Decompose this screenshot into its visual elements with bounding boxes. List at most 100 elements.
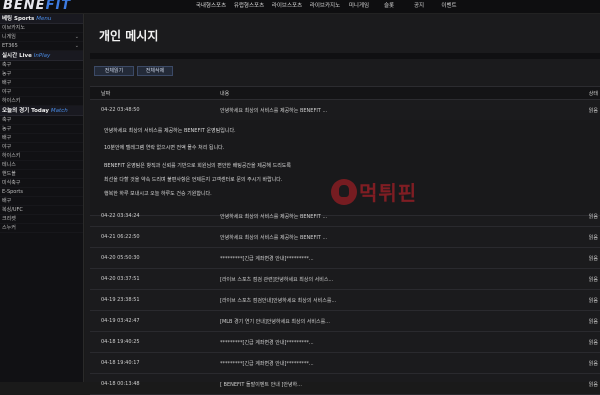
nav-event[interactable]: 이벤트 bbox=[434, 1, 464, 12]
watermark-logo-icon bbox=[331, 178, 357, 205]
table-row[interactable]: 04-20 05:50:30 *********[긴급 계좌변경 안내]****… bbox=[90, 248, 600, 269]
nav-minigame[interactable]: 미니게임 bbox=[344, 1, 374, 12]
sidebar-section-betting: 베팅 Sports Menu bbox=[0, 14, 83, 24]
row-status: 읽음 bbox=[588, 382, 598, 388]
table-row[interactable]: 04-18 19:40:25 *********[긴급 계좌변경 안내]****… bbox=[90, 332, 600, 353]
column-header-date: 날짜 bbox=[101, 91, 111, 97]
sidebar-live-baseball[interactable]: 야구 bbox=[0, 88, 83, 97]
section-subtitle: Match bbox=[50, 108, 68, 114]
sidebar-today-handball[interactable]: 핸드볼 bbox=[0, 170, 83, 179]
watermark: 먹튀핀 bbox=[331, 177, 417, 206]
message-line: BENEFIT 운영팀은 항직과 신뢰를 기반으로 회원님의 편안한 배팅공간을… bbox=[104, 163, 292, 169]
row-status: 읽음 bbox=[588, 235, 598, 241]
sidebar-today-cricket[interactable]: 크리켓 bbox=[0, 215, 83, 224]
sidebar-live-basketball[interactable]: 농구 bbox=[0, 70, 83, 79]
nav-european-sports[interactable]: 유럽형스포츠 bbox=[230, 1, 268, 12]
table-row[interactable]: 04-22 03:34:24 안녕하세요 최상의 서비스를 제공하는 BENEF… bbox=[90, 206, 600, 227]
row-status: 읽음 bbox=[588, 108, 598, 114]
nav-live-sports[interactable]: 라이브스포츠 bbox=[268, 1, 306, 12]
section-subtitle: InPlay bbox=[33, 53, 51, 59]
nav-slot[interactable]: 슬롯 bbox=[374, 1, 404, 12]
message-line: 안녕하세요 최상의 서비스를 제공하는 BENEFIT 운영팀입니다. bbox=[104, 128, 236, 134]
sidebar-item-minigame[interactable]: 니게임 ⌄ bbox=[0, 33, 83, 42]
sidebar-item-live-casino[interactable]: 이브카지노 bbox=[0, 24, 83, 33]
sidebar-today-basketball[interactable]: 농구 bbox=[0, 125, 83, 134]
sidebar-item-label: ET365 bbox=[2, 43, 18, 49]
row-title: *********[긴급 계좌변경 안내]*********... bbox=[220, 256, 314, 262]
sidebar-today-soccer[interactable]: 축구 bbox=[0, 116, 83, 125]
table-header: 날짜 내용 상태 bbox=[90, 86, 600, 100]
nav-notice[interactable]: 공지 bbox=[404, 1, 434, 12]
row-status: 읽음 bbox=[588, 256, 598, 262]
read-all-button[interactable]: 전체읽기 bbox=[94, 66, 134, 76]
sidebar-today-tennis[interactable]: 테니스 bbox=[0, 161, 83, 170]
table-row[interactable]: 04-18 19:40:17 *********[긴급 계좌변경 안내]****… bbox=[90, 353, 600, 374]
sidebar-today-boxing-ufc[interactable]: 복싱/UFC bbox=[0, 206, 83, 215]
logo-accent-text: FIT bbox=[45, 0, 72, 13]
sidebar-item-label: 이브카지노 bbox=[2, 25, 26, 31]
row-status: 읽음 bbox=[588, 340, 598, 346]
row-date: 04-19 03:42:47 bbox=[101, 318, 140, 324]
sidebar-live-soccer[interactable]: 축구 bbox=[0, 61, 83, 70]
table-row-expanded-header[interactable]: 04-22 03:48:50 안녕하세요 최상의 서비스를 제공하는 BENEF… bbox=[90, 100, 600, 121]
sidebar: 베팅 Sports Menu 이브카지노 니게임 ⌄ ET365 ⌄ 실시간 Liv… bbox=[0, 14, 84, 382]
section-title: 실시간 Live bbox=[2, 53, 32, 59]
row-title: 안녕하세요 최상의 서비스를 제공하는 BENEFIT ... bbox=[220, 235, 328, 241]
row-date: 04-20 03:37:51 bbox=[101, 276, 140, 282]
nav-live-casino[interactable]: 라이브카지노 bbox=[306, 1, 344, 12]
message-line: 10분안에 텔레그램 연락 없으시면 전액 몰수 처리 됩니다. bbox=[104, 145, 225, 151]
row-title: *********[긴급 계좌변경 안내]*********... bbox=[220, 340, 314, 346]
sidebar-today-snooker[interactable]: 스누커 bbox=[0, 224, 83, 233]
sidebar-today-hockey[interactable]: 하이스키 bbox=[0, 152, 83, 161]
chevron-down-icon: ⌄ bbox=[74, 43, 79, 49]
sidebar-today-american-football[interactable]: 미식축구 bbox=[0, 179, 83, 188]
sidebar-live-volleyball[interactable]: 배구 bbox=[0, 79, 83, 88]
section-title: 베팅 Sports bbox=[2, 16, 35, 22]
watermark-text: 먹튀핀 bbox=[359, 181, 418, 205]
sidebar-live-hockey[interactable]: 하이스키 bbox=[0, 97, 83, 106]
row-status: 읽음 bbox=[588, 214, 598, 220]
row-title: *********[긴급 계좌변경 안내]*********... bbox=[220, 361, 314, 367]
delete-all-button[interactable]: 전체삭제 bbox=[137, 66, 173, 76]
chevron-down-icon: ⌄ bbox=[74, 34, 79, 40]
sidebar-today-volleyball[interactable]: 배구 bbox=[0, 134, 83, 143]
column-header-content: 내용 bbox=[220, 91, 230, 97]
logo-main-text: BENE bbox=[3, 0, 46, 13]
table-row[interactable]: 04-19 03:42:47 [MLB 경기 연기 안내]안녕하세요 최상의 서… bbox=[90, 311, 600, 332]
main-nav: 국내형스포츠 유럽형스포츠 라이브스포츠 라이브카지노 미니게임 슬롯 공지 이… bbox=[192, 1, 464, 12]
row-title: [MLB 경기 연기 안내]안녕하세요 최상의 서비스를... bbox=[220, 319, 330, 325]
table-row[interactable]: 04-20 03:37:51 [라이브 스포츠 점검 관련]안녕하세요 최상의 … bbox=[90, 269, 600, 290]
row-date: 04-18 19:40:17 bbox=[101, 360, 140, 366]
row-status: 읽음 bbox=[588, 361, 598, 367]
divider bbox=[90, 53, 600, 59]
row-status: 읽음 bbox=[588, 319, 598, 325]
row-status: 읽음 bbox=[588, 298, 598, 304]
table-row[interactable]: 04-18 00:13:48 [ BENEFIT 돌발이벤트 안내 ]안녕하..… bbox=[90, 374, 600, 395]
row-title: [ BENEFIT 돌발이벤트 안내 ]안녕하... bbox=[220, 382, 302, 388]
row-date: 04-18 19:40:25 bbox=[101, 339, 140, 345]
message-line: 행복한 하루 보내시고 오늘 하루도 건승 기원합니다. bbox=[104, 191, 212, 197]
row-date: 04-21 06:22:50 bbox=[101, 234, 140, 240]
table-row[interactable]: 04-19 23:38:51 [라이브 스포츠 점검안내]안녕하세요 최상의 서… bbox=[90, 290, 600, 311]
sidebar-today-baseball[interactable]: 야구 bbox=[0, 143, 83, 152]
row-date: 04-20 05:50:30 bbox=[101, 255, 140, 261]
row-title: 안녕하세요 최상의 서비스를 제공하는 BENEFIT ... bbox=[220, 214, 328, 220]
nav-domestic-sports[interactable]: 국내형스포츠 bbox=[192, 1, 230, 12]
table-row[interactable]: 04-21 06:22:50 안녕하세요 최상의 서비스를 제공하는 BENEF… bbox=[90, 227, 600, 248]
sidebar-item-bet365[interactable]: ET365 ⌄ bbox=[0, 42, 83, 51]
main-content: 개인 메시지 전체읽기 전체삭제 날짜 내용 상태 04-22 03:48:50… bbox=[85, 14, 600, 395]
row-date: 04-22 03:48:50 bbox=[101, 107, 140, 113]
sidebar-section-live: 실시간 Live InPlay bbox=[0, 51, 83, 61]
brand-logo[interactable]: BENEFIT bbox=[3, 0, 71, 13]
sidebar-section-today: 오늘의 경기 Today Match bbox=[0, 106, 83, 116]
sidebar-today-volleyball-2[interactable]: 배구 bbox=[0, 197, 83, 206]
sidebar-today-esports[interactable]: E-Sports bbox=[0, 188, 83, 197]
page-title: 개인 메시지 bbox=[99, 29, 159, 43]
column-header-status: 상태 bbox=[588, 91, 598, 97]
row-title: [라이브 스포츠 점검안내]안녕하세요 최상의 서비스를... bbox=[220, 298, 337, 304]
row-status: 읽음 bbox=[588, 277, 598, 283]
row-title: [라이브 스포츠 점검 관련]안녕하세요 최상의 서비스... bbox=[220, 277, 334, 283]
top-navbar: BENEFIT 국내형스포츠 유럽형스포츠 라이브스포츠 라이브카지노 미니게임… bbox=[0, 0, 600, 14]
message-line: 최선을 다할 것을 약속 드리며 불편사항은 언제든지 고객센터로 문의 주시기… bbox=[104, 177, 283, 183]
row-date: 04-22 03:34:24 bbox=[101, 213, 140, 219]
